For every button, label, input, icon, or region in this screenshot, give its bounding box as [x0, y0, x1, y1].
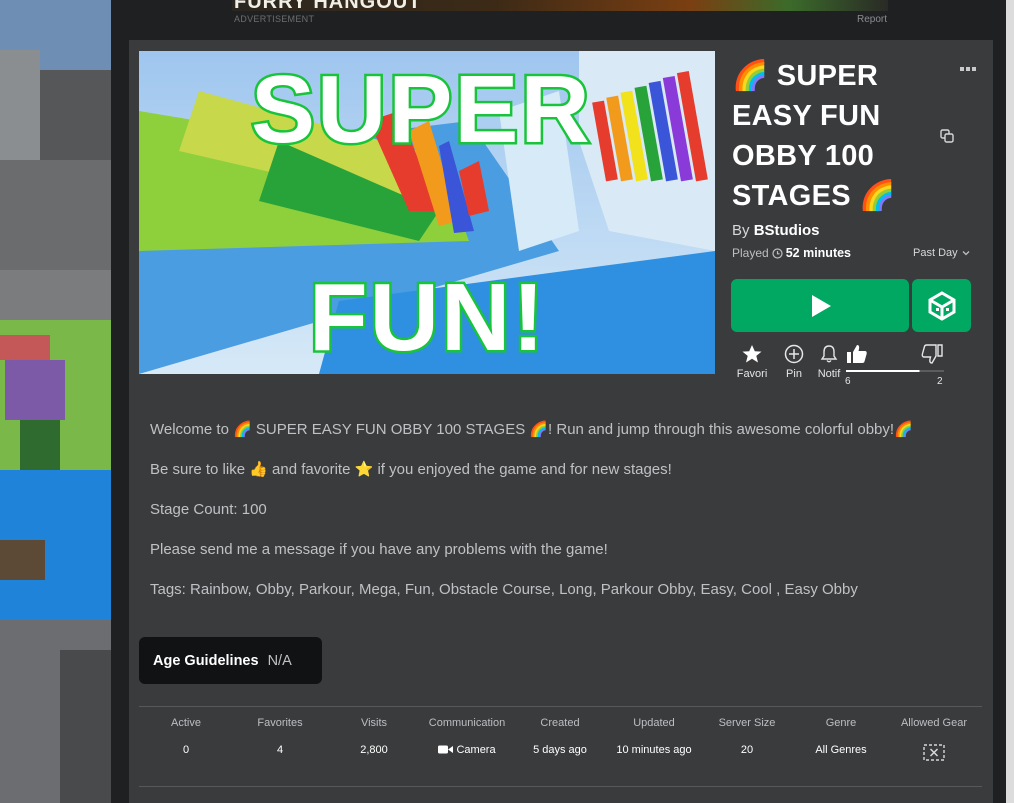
- stat-value: 20: [740, 744, 754, 756]
- stat-value: All Genres: [815, 744, 867, 756]
- creator-prefix: By: [732, 222, 750, 239]
- played-time: Played 52 minutes: [732, 246, 851, 260]
- description-paragraph: Be sure to like 👍 and favorite ⭐ if you …: [150, 461, 672, 478]
- stat-header: Favorites: [257, 717, 303, 729]
- ad-banner[interactable]: FURRY HANGOUT: [232, 0, 888, 11]
- play-button[interactable]: [731, 279, 909, 332]
- stat-value: 0: [182, 744, 190, 756]
- played-value: 52 minutes: [785, 246, 852, 260]
- stat-favorites: Favorites 4: [233, 717, 327, 756]
- stat-header: Created: [540, 717, 580, 729]
- creator-line: By BStudios: [732, 222, 820, 239]
- upvote-count: 6: [845, 376, 851, 387]
- thumbs-up-icon[interactable]: [845, 343, 869, 365]
- thumbs-down-icon[interactable]: [920, 343, 944, 365]
- more-options-icon[interactable]: [959, 66, 977, 72]
- stat-updated: Updated 10 minutes ago: [607, 717, 701, 756]
- open-in-studio-button[interactable]: [912, 279, 971, 332]
- game-title: 🌈 SUPER EASY FUN OBBY 100 STAGES 🌈: [732, 60, 896, 212]
- favorite-action[interactable]: Favori: [734, 344, 770, 380]
- ad-label: ADVERTISEMENT: [234, 14, 315, 24]
- stat-server-size: Server Size 20: [700, 717, 794, 756]
- chevron-down-icon: [962, 251, 970, 256]
- thumbnail-title-line2: FUN!: [306, 262, 547, 374]
- age-guidelines-value: N/A: [267, 652, 292, 669]
- stat-header: Communication: [428, 717, 506, 729]
- stats-divider-bottom: [139, 786, 982, 787]
- stat-active: Active 0: [139, 717, 233, 756]
- stat-value: 4: [276, 744, 284, 756]
- pin-action[interactable]: Pin: [782, 344, 806, 380]
- game-thumbnail[interactable]: SUPER FUN!: [139, 51, 715, 374]
- period-dropdown[interactable]: Past Day: [913, 247, 970, 259]
- bell-icon: [820, 345, 838, 363]
- clock-icon: [772, 247, 783, 259]
- creator-link[interactable]: BStudios: [754, 222, 820, 239]
- no-gear-icon[interactable]: [923, 744, 945, 761]
- stat-header: Updated: [633, 717, 675, 729]
- star-icon: [742, 345, 762, 363]
- stat-value: 5 days ago: [533, 744, 587, 756]
- stat-header: Genre: [825, 717, 857, 729]
- pin-icon: [784, 344, 804, 364]
- vote-ratio-bar: [846, 370, 944, 372]
- stat-visits: Visits 2,800: [327, 717, 421, 756]
- stat-header: Visits: [360, 717, 388, 729]
- stat-created: Created 5 days ago: [513, 717, 607, 756]
- camera-icon: [438, 745, 454, 754]
- stat-header: Server Size: [718, 717, 776, 729]
- description-tags: Tags: Rainbow, Obby, Parkour, Mega, Fun,…: [150, 581, 858, 598]
- period-value: Past Day: [913, 247, 958, 259]
- stat-value: 10 minutes ago: [616, 744, 692, 756]
- stat-value-wrap: Camera: [420, 744, 514, 756]
- studio-icon: [928, 290, 955, 321]
- stat-value: 2,800: [360, 744, 388, 756]
- played-label: Played: [732, 246, 769, 260]
- game-description: Welcome to 🌈 SUPER EASY FUN OBBY 100 STA…: [150, 420, 950, 620]
- thumbnail-title-line1: SUPER: [249, 54, 593, 166]
- description-paragraph: Welcome to 🌈 SUPER EASY FUN OBBY 100 STA…: [150, 421, 913, 438]
- age-guidelines-label: Age Guidelines: [153, 652, 259, 669]
- favorite-label: Favori: [736, 368, 768, 380]
- stat-allowed-gear: Allowed Gear: [887, 717, 981, 764]
- stat-value: Camera: [456, 744, 496, 756]
- play-icon: [812, 294, 831, 317]
- pin-label: Pin: [786, 368, 802, 380]
- stat-value-wrap: [887, 744, 981, 764]
- stats-divider-top: [139, 706, 982, 707]
- notify-label: Notif: [817, 368, 841, 380]
- copy-icon[interactable]: [940, 129, 954, 143]
- stat-header: Active: [171, 717, 201, 729]
- ad-banner-text: FURRY HANGOUT: [234, 0, 422, 11]
- age-guidelines-box[interactable]: Age Guidelines N/A: [139, 637, 322, 684]
- ad-report-link[interactable]: Report: [857, 14, 887, 25]
- page-scrollbar[interactable]: [1006, 0, 1014, 803]
- notify-action[interactable]: Notif: [814, 344, 844, 380]
- stat-communication: Communication Camera: [420, 717, 514, 756]
- stat-genre: Genre All Genres: [794, 717, 888, 756]
- downvote-count: 2: [937, 376, 943, 387]
- stat-header: Allowed Gear: [900, 717, 968, 729]
- description-paragraph: Please send me a message if you have any…: [150, 541, 608, 558]
- description-paragraph: Stage Count: 100: [150, 501, 267, 518]
